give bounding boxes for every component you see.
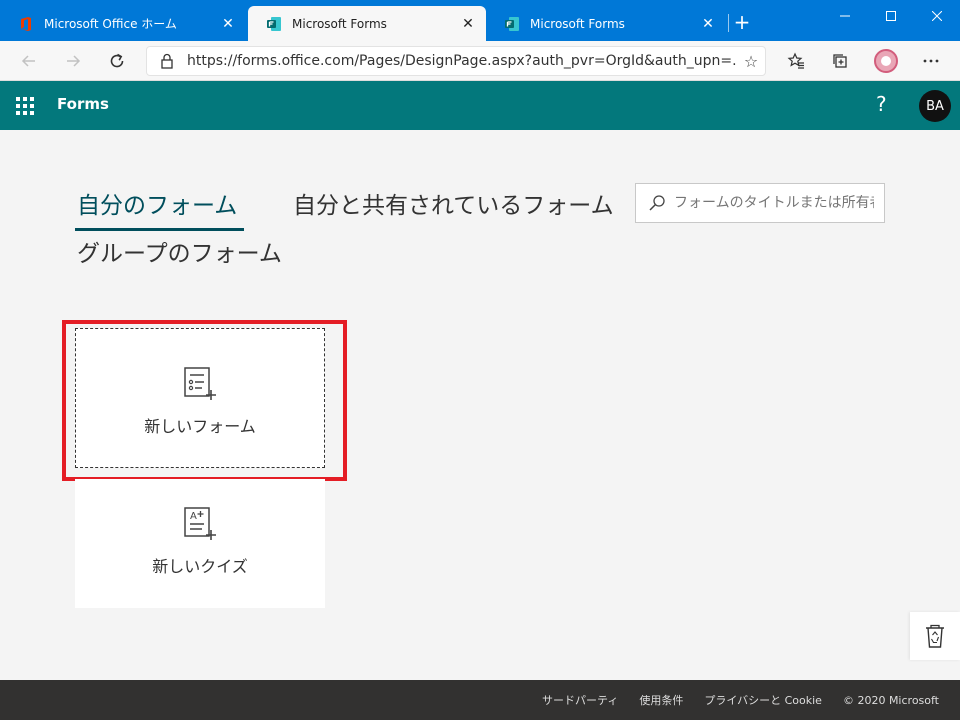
help-icon[interactable]: ? bbox=[876, 92, 887, 116]
recycle-bin-icon bbox=[926, 624, 944, 648]
close-tab-icon[interactable]: ✕ bbox=[460, 16, 476, 32]
collections-button[interactable] bbox=[828, 49, 852, 73]
tab-group-forms[interactable]: グループのフォーム bbox=[77, 234, 282, 268]
office-icon bbox=[21, 16, 31, 31]
search-input[interactable] bbox=[674, 195, 874, 211]
lock-icon bbox=[157, 53, 177, 69]
new-quiz-icon: A bbox=[184, 507, 216, 540]
app-name[interactable]: Forms bbox=[57, 95, 109, 113]
user-avatar[interactable]: BA bbox=[919, 90, 951, 122]
app-header: Forms ? BA bbox=[0, 81, 960, 130]
search-box[interactable] bbox=[635, 183, 885, 223]
arrow-right-icon bbox=[67, 55, 81, 67]
active-tab-underline bbox=[75, 228, 244, 231]
forms-icon bbox=[505, 16, 519, 31]
close-tab-icon[interactable]: ✕ bbox=[220, 16, 236, 32]
arrow-left-icon bbox=[21, 55, 35, 67]
maximize-button[interactable] bbox=[868, 0, 914, 32]
new-quiz-card[interactable]: A 新しいクイズ bbox=[75, 479, 325, 608]
tab-title: Microsoft Forms bbox=[530, 16, 625, 31]
collections-icon bbox=[833, 54, 847, 68]
more-menu-button[interactable] bbox=[919, 49, 943, 73]
app-launcher-waffle-icon[interactable] bbox=[15, 96, 35, 116]
minimize-button[interactable] bbox=[822, 0, 868, 32]
tab-separator bbox=[728, 14, 729, 32]
favorite-star-icon[interactable]: ☆ bbox=[737, 52, 765, 71]
browser-profile-avatar[interactable] bbox=[874, 49, 898, 73]
close-tab-icon[interactable]: ✕ bbox=[700, 16, 716, 32]
refresh-button[interactable] bbox=[105, 49, 129, 73]
highlight-box bbox=[62, 320, 347, 481]
tab-title: Microsoft Forms bbox=[292, 16, 387, 31]
footer-link-privacy[interactable]: プライバシーと Cookie bbox=[704, 692, 822, 708]
svg-text:A: A bbox=[190, 511, 197, 522]
new-quiz-label: 新しいクイズ bbox=[152, 557, 248, 576]
ellipsis-icon bbox=[923, 59, 939, 63]
back-button[interactable] bbox=[17, 49, 41, 73]
close-icon bbox=[932, 11, 942, 21]
forward-button[interactable] bbox=[61, 49, 85, 73]
browser-tab-strip: Microsoft Office ホーム ✕ Microsoft Forms ✕… bbox=[0, 0, 960, 41]
search-icon bbox=[649, 195, 665, 211]
footer-link-third-party[interactable]: サードパーティ bbox=[542, 692, 618, 708]
favorites-button[interactable] bbox=[784, 49, 808, 73]
footer: サードパーティ 使用条件 プライバシーと Cookie © 2020 Micro… bbox=[0, 680, 960, 720]
tab-title: Microsoft Office ホーム bbox=[44, 17, 177, 31]
url-text: https://forms.office.com/Pages/DesignPag… bbox=[187, 53, 737, 69]
browser-tab-office-home[interactable]: Microsoft Office ホーム ✕ bbox=[0, 6, 246, 41]
new-tab-button[interactable]: + bbox=[731, 12, 753, 34]
tab-my-forms[interactable]: 自分のフォーム bbox=[77, 186, 237, 220]
browser-toolbar: https://forms.office.com/Pages/DesignPag… bbox=[0, 41, 960, 81]
browser-tab-forms-active[interactable]: Microsoft Forms ✕ bbox=[248, 6, 486, 41]
address-bar[interactable]: https://forms.office.com/Pages/DesignPag… bbox=[146, 46, 766, 76]
maximize-icon bbox=[886, 11, 896, 21]
refresh-icon bbox=[110, 53, 124, 68]
tab-shared-with-me[interactable]: 自分と共有されているフォーム bbox=[293, 186, 614, 220]
recycle-bin-button[interactable] bbox=[910, 612, 960, 660]
minimize-icon bbox=[840, 15, 850, 17]
forms-icon bbox=[267, 16, 281, 31]
favorites-list-icon bbox=[787, 52, 804, 69]
window-close-button[interactable] bbox=[914, 0, 960, 32]
footer-copyright: © 2020 Microsoft bbox=[842, 693, 939, 707]
browser-tab-forms[interactable]: Microsoft Forms ✕ bbox=[486, 6, 726, 41]
footer-link-terms[interactable]: 使用条件 bbox=[639, 692, 683, 708]
